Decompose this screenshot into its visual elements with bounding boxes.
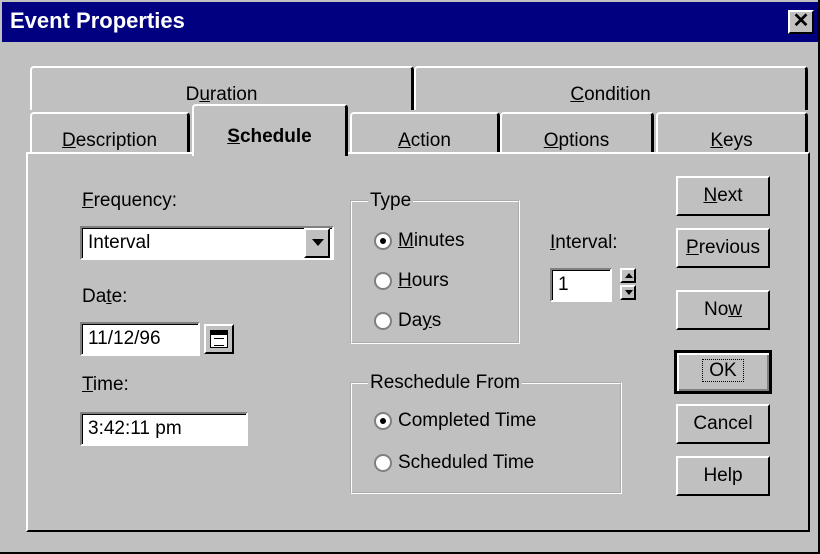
- tab-options[interactable]: Options: [500, 112, 654, 154]
- event-properties-window: Event Properties ✕ Duration Condition De…: [0, 0, 820, 554]
- tab-condition[interactable]: Condition: [414, 66, 808, 110]
- window-title: Event Properties: [10, 8, 185, 33]
- ok-button[interactable]: OK: [674, 350, 772, 394]
- tab-keys[interactable]: Keys: [656, 112, 808, 154]
- next-button[interactable]: Next: [676, 176, 770, 216]
- title-bar[interactable]: Event Properties ✕: [2, 2, 818, 42]
- radio-completed-time-label: Completed Time: [398, 410, 537, 431]
- time-value: 3:42:11 pm: [88, 418, 182, 439]
- help-button[interactable]: Help: [676, 456, 770, 496]
- time-label: Time:: [82, 374, 129, 395]
- tab-action[interactable]: Action: [350, 112, 500, 154]
- frequency-select[interactable]: Interval: [80, 226, 334, 260]
- close-button[interactable]: ✕: [788, 10, 814, 34]
- tab-schedule[interactable]: Schedule: [192, 104, 348, 156]
- cancel-button[interactable]: Cancel: [676, 404, 770, 444]
- frequency-dropdown-button[interactable]: [304, 228, 330, 258]
- date-label: Date:: [82, 286, 128, 307]
- radio-days-label: Days: [398, 310, 442, 331]
- spin-up-icon[interactable]: [620, 268, 636, 283]
- reschedule-groupbox: [350, 382, 622, 494]
- radio-minutes-label: Minutes: [398, 230, 465, 251]
- interval-spinner[interactable]: [620, 268, 636, 300]
- previous-button[interactable]: Previous: [676, 228, 770, 268]
- spin-down-icon[interactable]: [620, 285, 636, 300]
- frequency-value: Interval: [88, 232, 151, 253]
- radio-completed-time[interactable]: [374, 412, 392, 430]
- interval-value: 1: [558, 274, 569, 295]
- radio-scheduled-time[interactable]: [374, 454, 392, 472]
- tab-description[interactable]: Description: [30, 112, 190, 154]
- time-input[interactable]: 3:42:11 pm: [80, 412, 248, 446]
- now-button[interactable]: Now: [676, 290, 770, 330]
- radio-minutes[interactable]: [374, 232, 392, 250]
- type-group-title: Type: [368, 190, 414, 212]
- reschedule-group-title: Reschedule From: [368, 372, 522, 394]
- radio-hours[interactable]: [374, 272, 392, 290]
- close-icon: ✕: [792, 10, 810, 32]
- date-input[interactable]: 11/12/96: [80, 322, 200, 356]
- date-value: 11/12/96: [88, 328, 161, 349]
- interval-label: Interval:: [550, 232, 618, 253]
- radio-scheduled-time-label: Scheduled Time: [398, 452, 535, 473]
- radio-hours-label: Hours: [398, 270, 449, 291]
- calendar-button[interactable]: [204, 324, 234, 354]
- calendar-icon: [210, 330, 228, 348]
- frequency-label: Frequency:: [82, 190, 178, 211]
- interval-input[interactable]: 1: [550, 268, 612, 302]
- radio-days[interactable]: [374, 312, 392, 330]
